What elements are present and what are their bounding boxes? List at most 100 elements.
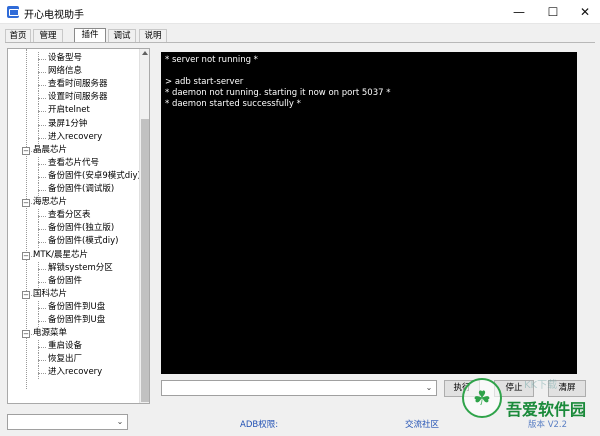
tree-guide-line — [38, 340, 39, 354]
console-line: * daemon started successfully * — [165, 99, 301, 109]
tree-item-label: 网络信息 — [48, 66, 83, 77]
version-label: 版本 V2.2 — [528, 420, 568, 430]
tree-item[interactable]: 备份固件到U盘 — [48, 314, 105, 327]
tree-collapse-icon[interactable]: − — [22, 146, 30, 155]
tree-item-label: 设备型号 — [48, 53, 83, 63]
command-input[interactable]: ⌄ — [161, 380, 437, 396]
tab-help[interactable]: 说明 — [139, 29, 167, 43]
tree-item-label: 电源菜单 — [33, 328, 68, 339]
tree-item-label: 进入recovery — [48, 131, 103, 142]
tab-manage[interactable]: 管理 — [33, 29, 63, 43]
tree-group[interactable]: 电源菜单 — [33, 327, 67, 340]
tree-item-label: 重启设备 — [48, 341, 83, 352]
tree-item[interactable]: 重启设备 — [48, 340, 82, 353]
tree-guide-line — [38, 209, 39, 223]
tree-connector — [38, 111, 46, 113]
tree-item[interactable]: 备份固件(模式diy) — [48, 235, 118, 248]
tree-item-label: 解锁system分区 — [48, 262, 113, 273]
tree-guide-line — [38, 156, 39, 170]
console-line: * server not running * — [165, 55, 258, 65]
tree-item[interactable]: 备份固件到U盘 — [48, 301, 105, 314]
tree-group[interactable]: 国科芯片 — [33, 288, 67, 301]
tree-guide-line — [38, 261, 39, 275]
tree-item-label: 恢复出厂 — [48, 354, 83, 365]
tree-item[interactable]: 进入recovery — [48, 366, 102, 379]
maximize-button[interactable]: ☐ — [536, 0, 570, 24]
tree-connector — [38, 137, 46, 139]
tree-item[interactable]: 解锁system分区 — [48, 262, 113, 275]
tree-guide-line — [38, 78, 39, 92]
tree-item[interactable]: 查看时间服务器 — [48, 78, 108, 91]
close-button[interactable]: ✕ — [568, 0, 600, 24]
tree-guide-line — [38, 65, 39, 79]
tree-collapse-icon[interactable]: − — [22, 199, 30, 208]
tree-item-label: 国科芯片 — [33, 288, 68, 299]
stop-button[interactable]: 停止 — [494, 380, 534, 397]
plugin-tree[interactable]: 设备型号网络信息 查看时间服务器 设置时间服务器 开启telnet 录屏1分钟进入rec… — [7, 48, 150, 404]
community-link[interactable]: 交流社区 — [405, 418, 439, 430]
tab-debug[interactable]: 调试 — [108, 29, 136, 43]
tree-connector — [38, 229, 46, 231]
tree-item[interactable]: 查看分区表 — [48, 209, 91, 222]
console-line: * daemon not running. starting it now on… — [165, 88, 391, 98]
tree-collapse-icon[interactable]: − — [22, 251, 30, 260]
tree-item-label: 查看分区表 — [48, 210, 91, 221]
tree-item[interactable]: 备份固件 — [48, 275, 82, 288]
tree-guide-line — [38, 353, 39, 367]
tree-item-label: 晶晨芯片 — [33, 144, 68, 155]
chevron-down-icon[interactable]: ⌄ — [424, 382, 434, 394]
tab-divider — [5, 42, 595, 43]
minimize-button[interactable]: — — [502, 0, 536, 24]
console-line: > adb start-server — [165, 77, 244, 87]
tree-item[interactable]: 备份固件(调试版) — [48, 183, 114, 196]
tree-item-label: 设置时间服务器 — [48, 92, 108, 103]
scroll-up-icon[interactable] — [142, 51, 148, 55]
tree-group[interactable]: 海思芯片 — [33, 196, 67, 209]
tree-item-label: 录屏1分钟 — [48, 118, 88, 129]
tree-connector — [38, 176, 46, 178]
clear-button[interactable]: 清屏 — [548, 380, 586, 397]
tree-item-label: 备份固件到U盘 — [48, 301, 106, 312]
tree-collapse-icon[interactable]: − — [22, 330, 30, 339]
tree-connector — [38, 281, 46, 283]
chevron-down-icon[interactable]: ⌄ — [115, 416, 125, 428]
scrollbar-thumb[interactable] — [141, 119, 149, 402]
tree-item[interactable]: 恢复出厂 — [48, 353, 82, 366]
device-select[interactable]: ⌄ — [7, 414, 128, 430]
tree-item[interactable]: 录屏1分钟 — [48, 118, 87, 131]
window-title: 开心电视助手 — [24, 10, 84, 21]
tree-item-label: 进入recovery — [48, 367, 103, 378]
tree-connector — [38, 124, 46, 126]
tree-guide-line — [38, 130, 39, 144]
tree-guide-line — [38, 222, 39, 236]
execute-button[interactable]: 执行 — [444, 380, 480, 397]
tree-item[interactable]: 网络信息 — [48, 65, 82, 78]
title-bar: 开心电视助手 — ☐ ✕ — [0, 0, 600, 24]
tree-guide-line — [38, 52, 39, 66]
tree-item[interactable]: 备份固件(独立版) — [48, 222, 114, 235]
tree-item-label: 备份固件(独立版) — [48, 223, 115, 234]
tree-item[interactable]: 设备型号 — [48, 52, 82, 65]
tree-item[interactable]: 设置时间服务器 — [48, 91, 108, 104]
tree-collapse-icon[interactable]: − — [22, 290, 30, 299]
tree-group[interactable]: MTK/晨星芯片 — [33, 249, 88, 262]
tree-connector — [38, 163, 46, 165]
tree-connector — [38, 373, 46, 375]
tab-home[interactable]: 首页 — [5, 29, 31, 43]
tree-guide-line — [38, 183, 39, 197]
tree-item-label: 备份固件(模式diy) — [48, 236, 119, 247]
tree-item[interactable]: 备份固件(安卓9模式diy) — [48, 170, 141, 183]
tree-item-label: 备份固件(调试版) — [48, 184, 115, 194]
tree-item-label: 备份固件到U盘 — [48, 315, 106, 325]
adb-permission-label: ADB权限: — [240, 420, 279, 430]
tree-scrollbar[interactable] — [139, 49, 149, 403]
tree-item[interactable]: 开启telnet — [48, 104, 90, 117]
tree-group[interactable]: 晶晨芯片 — [33, 144, 67, 157]
tab-plugins[interactable]: 插件 — [74, 28, 106, 43]
tree-item[interactable]: 进入recovery — [48, 131, 102, 144]
tree-item[interactable]: 查看芯片代号 — [48, 157, 99, 170]
tree-item-label: 海思芯片 — [33, 197, 68, 208]
tree-guide-line — [38, 169, 39, 183]
tree-connector — [38, 360, 46, 362]
tv-app-icon — [7, 6, 19, 18]
